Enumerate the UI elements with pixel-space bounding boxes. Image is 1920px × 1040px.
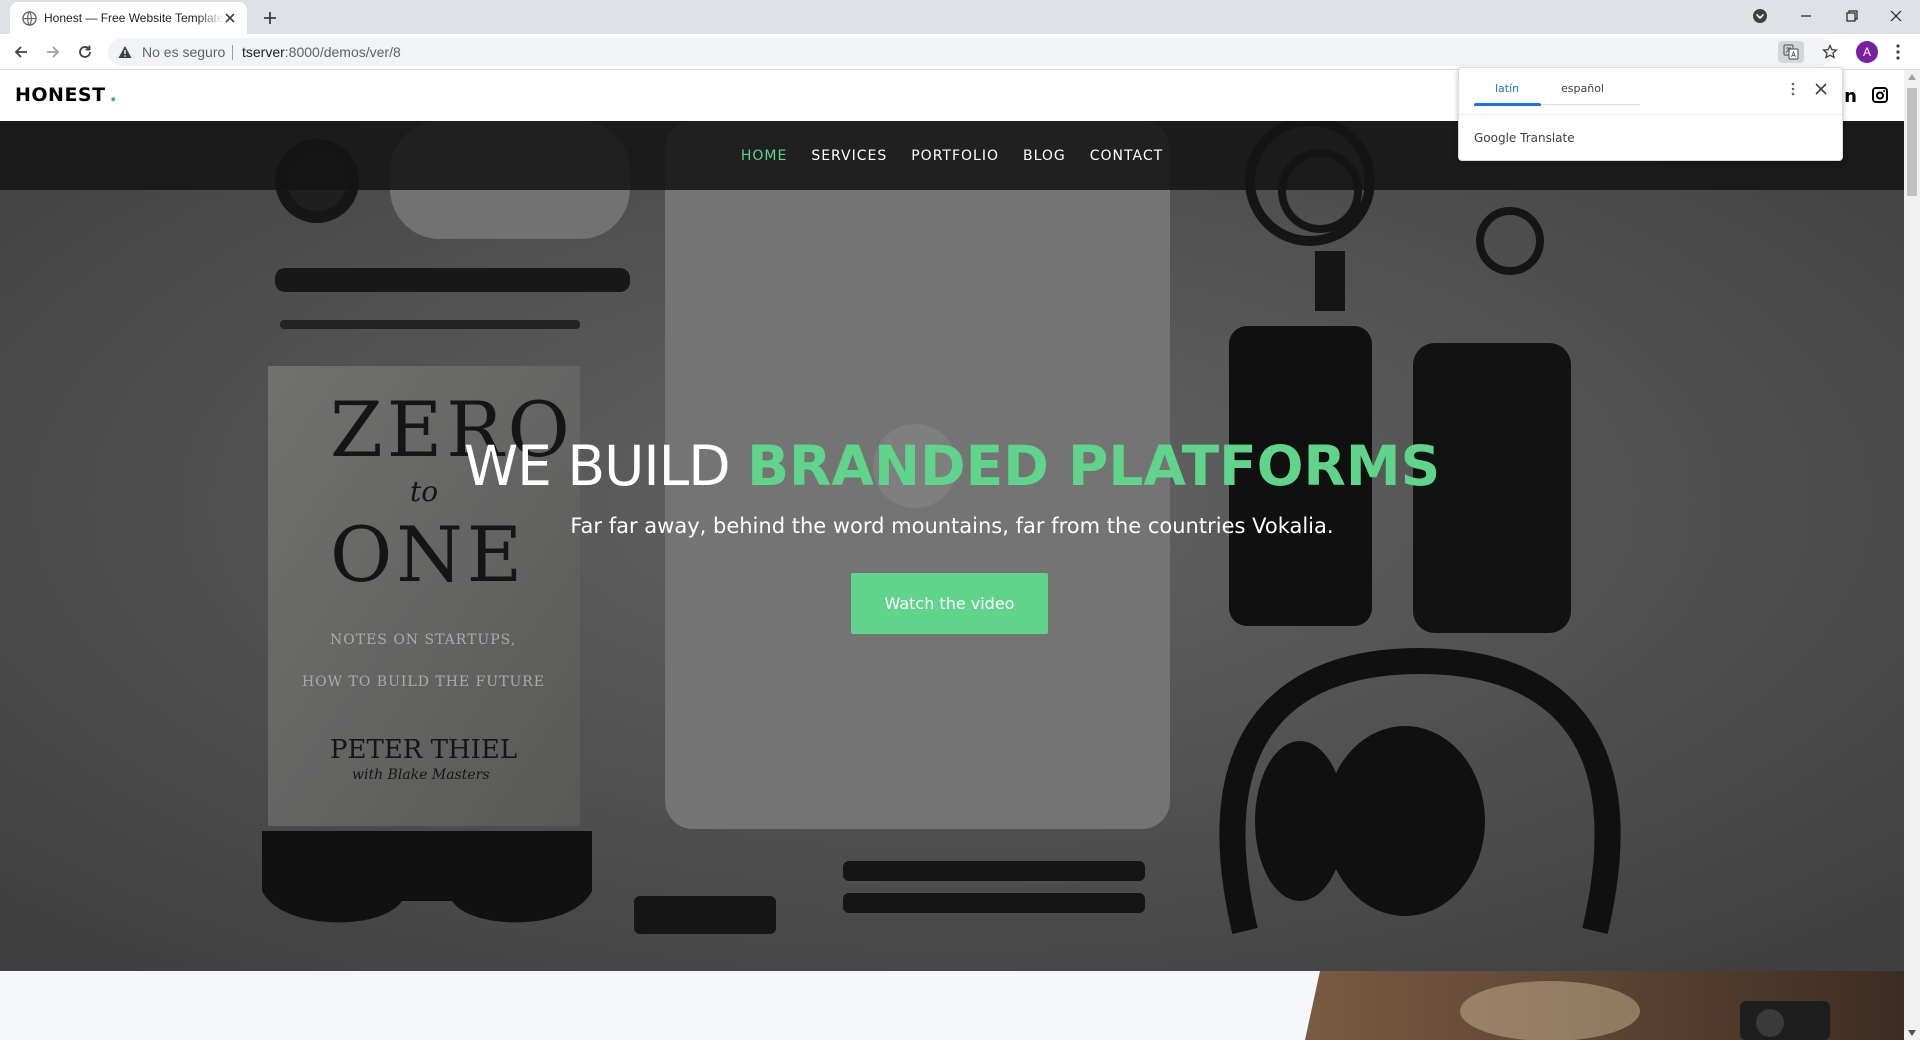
window-close-icon[interactable] xyxy=(1884,6,1908,26)
translate-divider xyxy=(1459,114,1842,115)
hero-subtitle: Far far away, behind the word mountains,… xyxy=(570,514,1334,538)
nav-services[interactable]: SERVICES xyxy=(811,148,887,164)
next-section xyxy=(0,971,1904,1040)
translate-close-icon[interactable] xyxy=(1814,82,1828,96)
browser-tab[interactable]: Honest — Free Website Template xyxy=(10,2,247,34)
tab-search-icon[interactable] xyxy=(1748,6,1772,26)
scrollbar-thumb[interactable] xyxy=(1907,88,1917,196)
scroll-down-arrow-icon[interactable] xyxy=(1908,1030,1916,1036)
instagram-icon[interactable] xyxy=(1872,87,1888,103)
profile-avatar[interactable]: A xyxy=(1856,41,1878,63)
translate-target-tab[interactable]: español xyxy=(1561,82,1604,95)
section-photo xyxy=(1305,971,1904,1040)
browser-toolbar: No es seguro tserver:8000/demos/ver/8 A xyxy=(0,34,1920,70)
warning-icon[interactable] xyxy=(118,45,132,59)
browser-menu-icon[interactable] xyxy=(1890,43,1906,61)
url-text[interactable]: tserver:8000/demos/ver/8 xyxy=(242,45,401,60)
url-path: :8000/demos/ver/8 xyxy=(284,44,401,60)
hero-heading-light: WE BUILD xyxy=(463,434,731,498)
hero-heading-accent: BRANDED PLATFORMS xyxy=(747,434,1441,498)
translate-options-icon[interactable] xyxy=(1786,82,1800,96)
nav-home[interactable]: HOME xyxy=(741,148,787,164)
security-label[interactable]: No es seguro xyxy=(142,45,225,60)
url-host: tserver xyxy=(242,44,285,60)
page-scrollbar[interactable] xyxy=(1904,70,1920,1040)
nav-blog[interactable]: BLOG xyxy=(1023,148,1066,164)
nav-portfolio[interactable]: PORTFOLIO xyxy=(911,148,999,164)
tab-close-icon[interactable] xyxy=(223,11,237,25)
logo-dot: . xyxy=(109,84,118,106)
translate-page-button[interactable] xyxy=(1778,41,1804,63)
watch-video-button[interactable]: Watch the video xyxy=(851,573,1048,634)
bookmark-star-icon[interactable] xyxy=(1822,44,1838,60)
translate-source-tab[interactable]: latín xyxy=(1495,82,1519,95)
tab-title: Honest — Free Website Template xyxy=(44,11,224,25)
hero-overlay xyxy=(0,121,1904,971)
hero-heading: WE BUILD BRANDED PLATFORMS xyxy=(0,434,1904,498)
logo-text: HONEST xyxy=(15,84,106,106)
google-translate-brand: Google Translate xyxy=(1474,131,1575,145)
nav-contact[interactable]: CONTACT xyxy=(1090,148,1163,164)
globe-icon xyxy=(22,11,37,26)
translate-icon xyxy=(1783,44,1799,60)
back-arrow-icon[interactable] xyxy=(12,43,30,61)
site-logo[interactable]: HONEST. xyxy=(15,84,117,106)
address-bar[interactable]: No es seguro tserver:8000/demos/ver/8 xyxy=(108,38,1838,66)
translate-active-tab-indicator xyxy=(1474,103,1541,106)
new-tab-plus-icon[interactable] xyxy=(260,8,280,28)
translate-bubble: latín español Google Translate xyxy=(1458,67,1843,161)
browser-tabstrip: Honest — Free Website Template xyxy=(0,0,1920,34)
minimize-icon[interactable] xyxy=(1794,6,1818,26)
scroll-up-arrow-icon[interactable] xyxy=(1908,74,1916,80)
reload-icon[interactable] xyxy=(76,43,94,61)
forward-arrow-icon[interactable] xyxy=(44,43,62,61)
address-separator xyxy=(232,45,233,60)
hero-section: ZERO to ONE NOTES ON STARTUPS, HOW TO BU… xyxy=(0,121,1904,971)
restore-icon[interactable] xyxy=(1839,6,1863,26)
